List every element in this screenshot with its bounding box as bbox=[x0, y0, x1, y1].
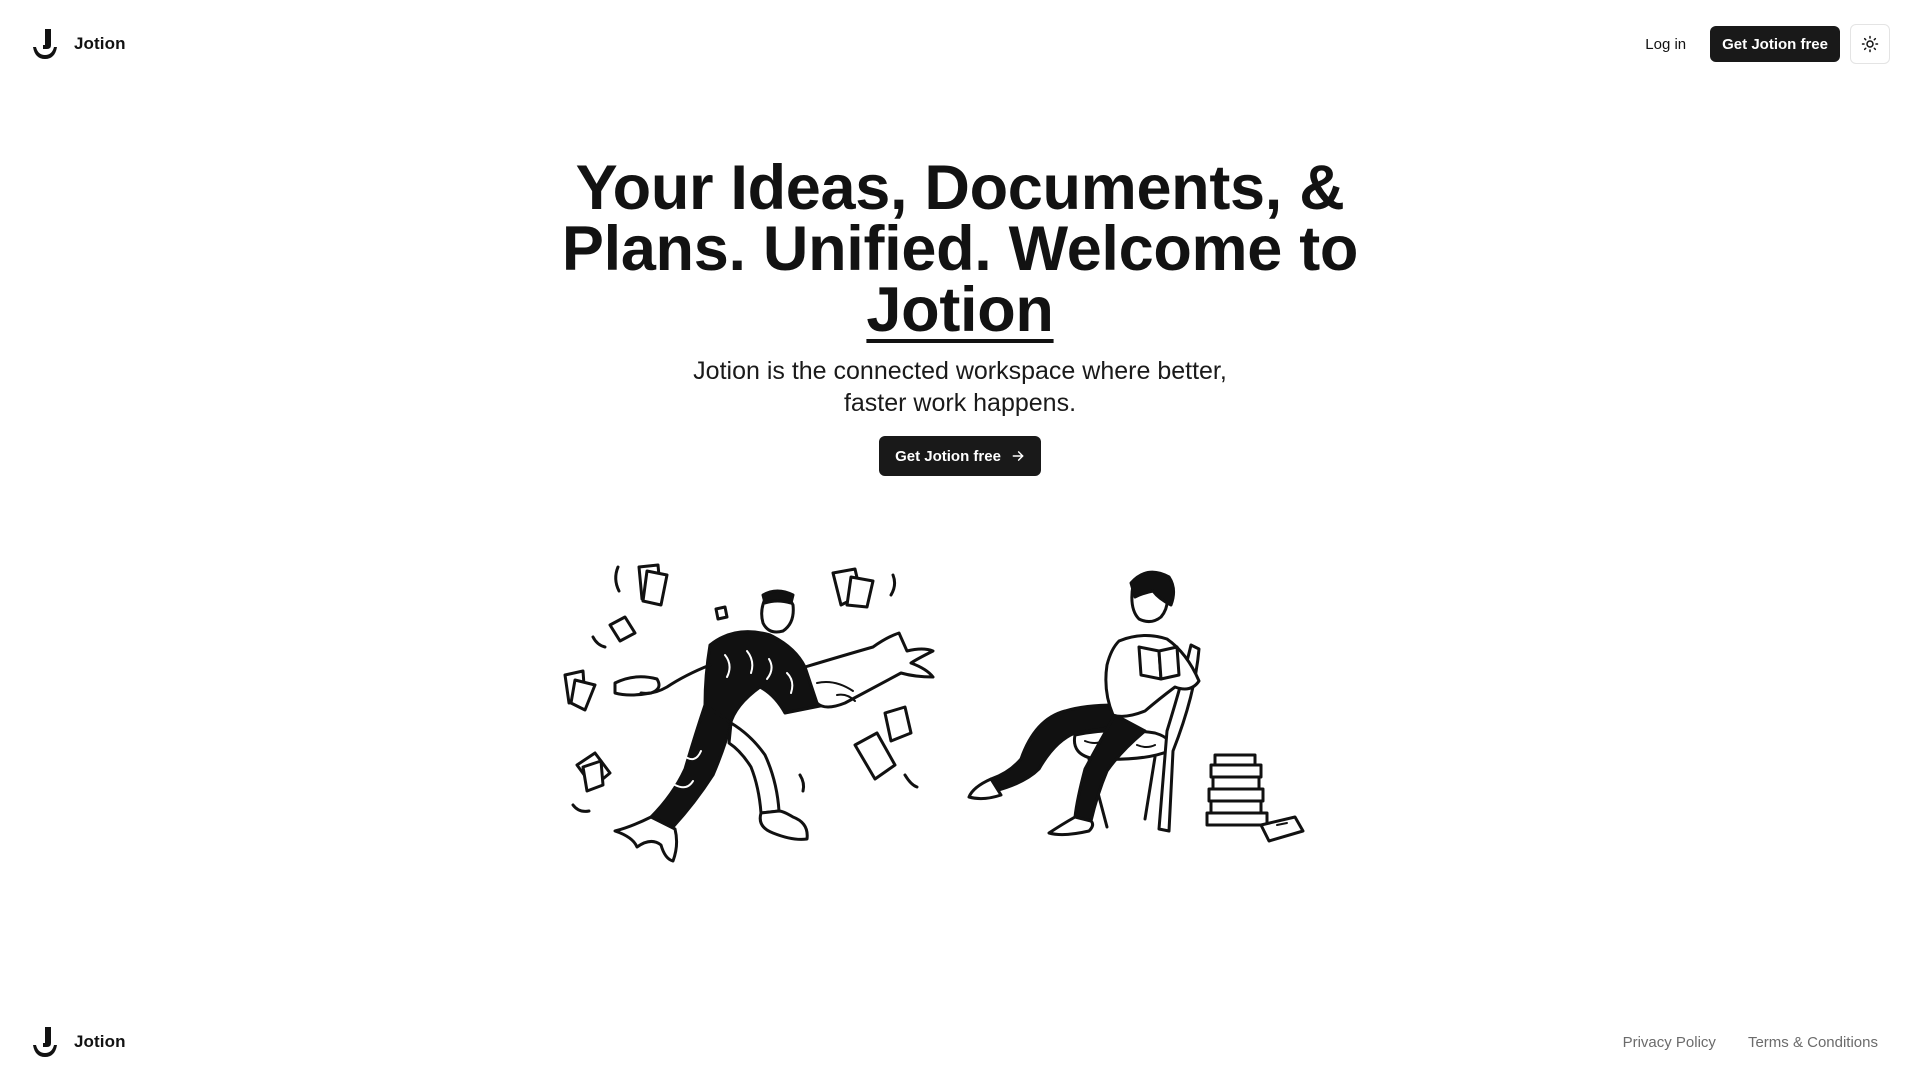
footer-links: Privacy Policy Terms & Conditions bbox=[1611, 1026, 1890, 1059]
hero-subtitle: Jotion is the connected workspace where … bbox=[693, 357, 1227, 417]
brand[interactable]: Jotion bbox=[30, 27, 126, 61]
footer-brand-name: Jotion bbox=[74, 1032, 126, 1051]
person-juggling-papers-illustration bbox=[563, 563, 935, 863]
hero-title-highlight: Jotion bbox=[866, 275, 1054, 345]
landing-page: Jotion Log in Get Jotion free Your Ideas… bbox=[0, 0, 1920, 1080]
illustrations-svg bbox=[563, 563, 1305, 863]
footer: Jotion Privacy Policy Terms & Conditions bbox=[0, 1020, 1920, 1064]
privacy-policy-link[interactable]: Privacy Policy bbox=[1611, 1026, 1728, 1059]
brand-name: Jotion bbox=[74, 34, 126, 53]
hero-cta-wrap: Get Jotion free bbox=[0, 436, 1920, 476]
top-navbar: Jotion Log in Get Jotion free bbox=[0, 0, 1920, 88]
jotion-logo-icon bbox=[33, 1027, 57, 1057]
hero-title: Your Ideas, Documents, & Plans. Unified.… bbox=[550, 157, 1370, 342]
get-jotion-free-button[interactable]: Get Jotion free bbox=[1710, 26, 1840, 62]
jotion-logo-icon bbox=[33, 29, 57, 59]
arrow-right-icon bbox=[1012, 451, 1024, 461]
get-jotion-free-label: Get Jotion free bbox=[1722, 35, 1828, 53]
hero-illustrations bbox=[555, 555, 1335, 875]
person-reading-in-chair-illustration bbox=[967, 570, 1305, 843]
terms-conditions-link[interactable]: Terms & Conditions bbox=[1736, 1026, 1890, 1059]
hero-title-text: Your Ideas, Documents, & Plans. Unified.… bbox=[561, 153, 1359, 284]
header-actions: Log in Get Jotion free bbox=[1631, 24, 1890, 64]
hero-cta-label: Get Jotion free bbox=[895, 447, 1001, 465]
footer-brand[interactable]: Jotion bbox=[30, 1025, 126, 1059]
hero-get-jotion-free-button[interactable]: Get Jotion free bbox=[879, 436, 1041, 476]
sun-icon bbox=[1861, 35, 1879, 53]
theme-toggle-button[interactable] bbox=[1850, 24, 1890, 64]
login-button[interactable]: Log in bbox=[1631, 26, 1700, 63]
hero-section: Your Ideas, Documents, & Plans. Unified.… bbox=[0, 157, 1920, 476]
